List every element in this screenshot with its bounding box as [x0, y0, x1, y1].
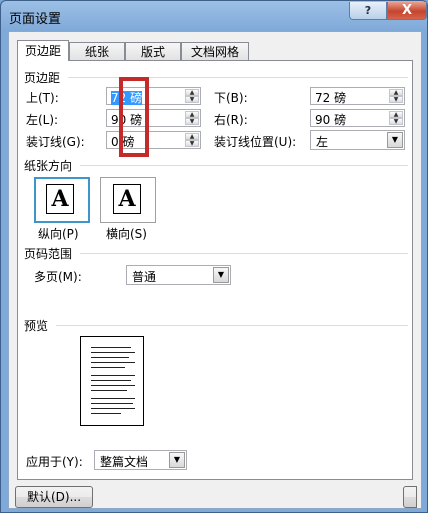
dialog-title: 页面设置	[9, 12, 62, 27]
preview-line	[91, 390, 127, 391]
tab-paper[interactable]: 纸张	[69, 42, 125, 60]
bottom-margin-spinner[interactable]: 72 磅 ▲ ▼	[310, 87, 405, 105]
preview-line	[91, 357, 129, 358]
page-preview	[80, 336, 144, 426]
close-icon: X	[401, 3, 413, 18]
preview-section-title: 预览	[24, 319, 49, 333]
dialog-body: 页边距 纸张 版式 文档网格 页边距 上(T): 72 磅 ▲ ▼ 下(B): …	[8, 31, 422, 509]
gutter-label: 装订线(G):	[26, 135, 85, 149]
ok-button[interactable]	[403, 486, 417, 508]
bottom-margin-label: 下(B):	[214, 91, 248, 105]
divider	[56, 325, 408, 326]
apply-to-select[interactable]: 整篇文档 ▼	[94, 450, 187, 470]
apply-to-label: 应用于(Y):	[26, 455, 83, 469]
spin-down-icon[interactable]: ▼	[185, 118, 199, 125]
preview-line	[91, 347, 131, 348]
tab-layout[interactable]: 版式	[125, 42, 181, 60]
spin-up-icon[interactable]: ▲	[185, 111, 199, 118]
top-margin-label: 上(T):	[26, 91, 59, 105]
multiple-pages-value: 普通	[132, 270, 157, 284]
multiple-pages-select[interactable]: 普通 ▼	[126, 265, 231, 285]
help-icon: ?	[364, 4, 372, 17]
portrait-icon: A	[46, 184, 74, 214]
margins-section-title: 页边距	[24, 71, 61, 85]
left-margin-label: 左(L):	[26, 113, 59, 127]
spin-up-icon[interactable]: ▲	[389, 111, 403, 118]
landscape-icon: A	[113, 184, 141, 214]
preview-line	[91, 380, 131, 381]
preview-line	[91, 352, 135, 353]
chevron-down-icon[interactable]: ▼	[387, 132, 403, 148]
help-button[interactable]: ?	[349, 2, 387, 20]
landscape-button[interactable]: A	[100, 177, 156, 223]
spin-down-icon[interactable]: ▼	[185, 96, 199, 103]
preview-line	[91, 398, 135, 399]
portrait-label: 纵向(P)	[38, 227, 79, 241]
spin-up-icon[interactable]: ▲	[389, 89, 403, 96]
spin-down-icon[interactable]: ▼	[185, 140, 199, 147]
default-button[interactable]: 默认(D)...	[15, 486, 93, 508]
preview-line	[91, 385, 135, 386]
tab-document-grid[interactable]: 文档网格	[181, 42, 249, 60]
page-setup-dialog: 页面设置 ? X 页边距 纸张 版式 文档网格 页边距 上(T): 72 磅 ▲…	[0, 0, 428, 513]
preview-line	[91, 403, 133, 404]
right-margin-spinner[interactable]: 90 磅 ▲ ▼	[310, 109, 405, 127]
chevron-down-icon[interactable]: ▼	[213, 267, 229, 283]
multiple-pages-label: 多页(M):	[34, 270, 82, 284]
spin-down-icon[interactable]: ▼	[389, 118, 403, 125]
tab-margins[interactable]: 页边距	[17, 40, 69, 61]
preview-line	[91, 367, 125, 368]
divider	[80, 253, 408, 254]
margins-panel: 页边距 上(T): 72 磅 ▲ ▼ 下(B): 72 磅 ▲ ▼ 左(L): …	[17, 60, 413, 480]
portrait-button[interactable]: A	[34, 177, 90, 223]
right-margin-label: 右(R):	[214, 113, 248, 127]
spin-up-icon[interactable]: ▲	[185, 133, 199, 140]
close-button[interactable]: X	[387, 2, 427, 20]
title-bar[interactable]: 页面设置 ? X	[1, 1, 427, 31]
preview-line	[91, 413, 121, 414]
gutter-position-select[interactable]: 左 ▼	[310, 130, 405, 150]
preview-line	[91, 375, 135, 376]
gutter-position-value: 左	[316, 135, 329, 149]
spin-up-icon[interactable]: ▲	[185, 89, 199, 96]
divider	[80, 165, 408, 166]
preview-line	[91, 408, 135, 409]
chevron-down-icon[interactable]: ▼	[169, 452, 185, 468]
preview-line	[91, 362, 135, 363]
gutter-position-label: 装订线位置(U):	[214, 135, 297, 149]
landscape-label: 横向(S)	[106, 227, 147, 241]
spin-down-icon[interactable]: ▼	[389, 96, 403, 103]
highlight-annotation	[119, 77, 149, 157]
bottom-margin-value: 72 磅	[315, 91, 347, 105]
apply-to-value: 整篇文档	[100, 455, 149, 469]
orientation-section-title: 纸张方向	[24, 159, 73, 173]
right-margin-value: 90 磅	[315, 113, 347, 127]
pages-section-title: 页码范围	[24, 247, 73, 261]
